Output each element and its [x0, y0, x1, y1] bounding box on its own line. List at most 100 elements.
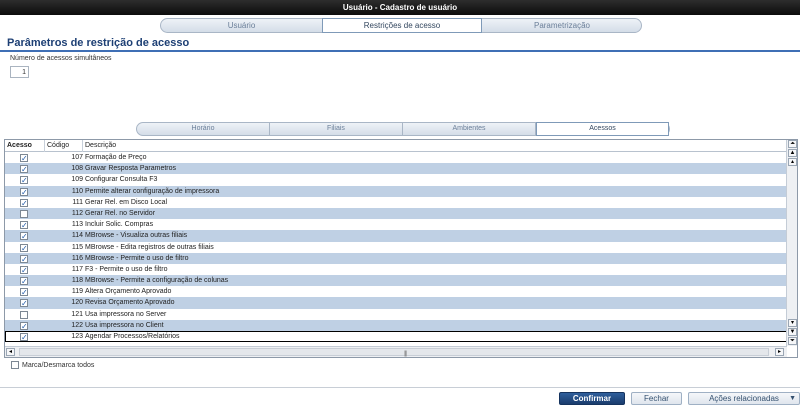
table-row[interactable]: 123Agendar Processos/Relatórios — [5, 331, 787, 343]
simultaneous-access-label: Número de acessos simultâneos — [10, 55, 112, 62]
scroll-up-icon[interactable]: ▴ — [788, 158, 797, 166]
access-grid: Acesso Código Descrição 107Formação de P… — [4, 139, 798, 358]
row-description: Usa impressora no Server — [85, 310, 167, 318]
scroll-left-icon[interactable]: ◂ — [6, 348, 15, 356]
close-button[interactable]: Fechar — [631, 392, 682, 405]
access-checkbox[interactable] — [20, 231, 28, 243]
row-code: 113 — [71, 221, 83, 229]
toggle-all-label: Marca/Desmarca todos — [22, 361, 95, 369]
simultaneous-access-input[interactable]: 1 — [10, 66, 29, 78]
col-header-codigo[interactable]: Código — [45, 140, 83, 152]
row-code: 109 — [71, 176, 83, 184]
table-row[interactable]: 109Configurar Consulta F3 — [5, 174, 787, 187]
toggle-all-checkbox[interactable] — [11, 361, 19, 369]
row-description: Revisa Orçamento Aprovado — [85, 299, 175, 307]
row-description: Formação de Preço — [85, 154, 147, 161]
scroll-bottom-icon[interactable]: ⏷ — [788, 337, 797, 345]
access-checkbox[interactable] — [20, 153, 28, 164]
grid-rows: 107Formação de Preço108Gravar Resposta P… — [5, 152, 787, 343]
top-tabs-bar: Usuário Restrições de acesso Parametriza… — [0, 15, 800, 35]
scroll-top-icon[interactable]: ⏶ — [788, 140, 797, 148]
access-checkbox[interactable] — [20, 287, 28, 298]
section-header: Parâmetros de restrição de acesso — [0, 35, 800, 52]
row-description: Gerar Rel. no Servidor — [85, 209, 156, 217]
col-header-descricao[interactable]: Descrição — [83, 140, 787, 152]
access-checkbox[interactable] — [20, 187, 28, 198]
scroll-down-icon[interactable]: ▾ — [788, 319, 797, 327]
horizontal-scrollbar[interactable]: ◂ |||| ▸ — [5, 346, 787, 357]
row-description: MBrowse - Permite a configuração de colu… — [85, 277, 229, 285]
table-row[interactable]: 122Usa impressora no Client — [5, 319, 787, 332]
row-description: MBrowse - Visualiza outras filiais — [85, 232, 188, 240]
row-description: Configurar Consulta F3 — [85, 176, 158, 184]
row-code: 115 — [71, 243, 83, 251]
tab-acessos[interactable]: Acessos — [536, 122, 669, 136]
top-tabs: Usuário Restrições de acesso Parametriza… — [160, 18, 642, 33]
toggle-all-option[interactable]: Marca/Desmarca todos — [11, 361, 94, 369]
related-actions-button[interactable]: Ações relacionadas ▼ — [688, 392, 800, 405]
tab-usuario[interactable]: Usuário — [161, 19, 322, 32]
chevron-down-icon: ▼ — [789, 395, 796, 402]
table-row[interactable]: 118MBrowse - Permite a configuração de c… — [5, 275, 787, 287]
col-header-acesso[interactable]: Acesso — [5, 140, 45, 152]
confirm-button[interactable]: Confirmar — [559, 392, 625, 405]
access-tabs: Horário Filiais Ambientes Acessos — [136, 122, 670, 136]
row-code: 110 — [71, 187, 83, 195]
access-checkbox[interactable] — [20, 321, 28, 332]
table-row[interactable]: 117F3 - Permite o uso de filtro — [5, 264, 787, 276]
access-checkbox[interactable] — [20, 276, 28, 287]
access-checkbox[interactable] — [20, 198, 28, 209]
scroll-page-down-icon[interactable]: ▼ — [788, 328, 797, 336]
access-checkbox[interactable] — [20, 175, 28, 187]
row-description: Gravar Resposta Parametros — [85, 165, 177, 173]
table-row[interactable]: 112 Gerar Rel. no Servidor — [5, 207, 787, 220]
access-checkbox[interactable] — [20, 209, 28, 218]
access-checkbox[interactable] — [20, 254, 28, 265]
table-row[interactable]: 114MBrowse - Visualiza outras filiais — [5, 230, 787, 243]
table-row[interactable]: 119Altera Orçamento Aprovado — [5, 286, 787, 298]
table-row[interactable]: 116MBrowse - Permite o uso de filtro — [5, 252, 787, 265]
tab-parametrizacao[interactable]: Parametrização — [482, 19, 642, 32]
table-row[interactable]: 108Gravar Resposta Parametros — [5, 163, 787, 175]
scroll-page-up-icon[interactable]: ▲ — [788, 149, 797, 157]
access-checkbox[interactable] — [20, 332, 28, 343]
table-row[interactable]: 120Revisa Orçamento Aprovado — [5, 297, 787, 310]
horizontal-scroll-thumb[interactable]: |||| — [19, 348, 769, 357]
row-code: 123 — [71, 333, 83, 340]
row-description: Usa impressora no Client — [85, 321, 164, 329]
row-description: MBrowse - Permite o uso de filtro — [85, 254, 189, 262]
section-title: Parâmetros de restrição de acesso — [7, 37, 190, 49]
row-code: 112 — [71, 209, 83, 217]
row-code: 119 — [71, 288, 83, 296]
tab-filiais[interactable]: Filiais — [270, 123, 403, 135]
row-code: 107 — [71, 154, 83, 161]
tab-restricoes-de-acesso[interactable]: Restrições de acesso — [322, 18, 482, 33]
scroll-right-icon[interactable]: ▸ — [775, 348, 784, 356]
access-checkbox[interactable] — [20, 220, 28, 231]
row-description: Altera Orçamento Aprovado — [85, 288, 172, 296]
vertical-scrollbar[interactable]: ⏶ ▲ ▴ ▾ ▼ ⏷ — [786, 140, 797, 346]
row-description: MBrowse - Edita registros de outras fili… — [85, 243, 214, 251]
tab-horario[interactable]: Horário — [137, 123, 270, 135]
table-row[interactable]: 110Permite alterar configuração de impre… — [5, 185, 787, 198]
table-row[interactable]: 115MBrowse - Edita registros de outras f… — [5, 242, 787, 254]
access-checkbox[interactable] — [20, 164, 28, 175]
table-row[interactable]: 121 Usa impressora no Server — [5, 309, 787, 320]
tab-ambientes[interactable]: Ambientes — [403, 123, 536, 135]
access-checkbox[interactable] — [20, 298, 28, 310]
row-code: 122 — [71, 321, 83, 329]
row-code: 108 — [71, 165, 83, 173]
row-code: 117 — [71, 265, 83, 273]
table-row[interactable]: 111Gerar Rel. em Disco Local — [5, 197, 787, 209]
footer-bar: Confirmar Fechar Ações relacionadas ▼ — [0, 387, 800, 408]
window-title: Usuário - Cadastro de usuário — [0, 0, 800, 15]
table-row[interactable]: 113Incluir Solic. Compras — [5, 219, 787, 231]
row-description: Incluir Solic. Compras — [85, 221, 154, 229]
access-checkbox[interactable] — [20, 310, 28, 319]
row-code: 116 — [71, 254, 83, 262]
grid-header: Acesso Código Descrição — [5, 140, 787, 152]
table-row[interactable]: 107Formação de Preço — [5, 152, 787, 164]
access-checkbox[interactable] — [20, 243, 28, 254]
row-description: Gerar Rel. em Disco Local — [85, 198, 168, 206]
access-checkbox[interactable] — [20, 265, 28, 276]
